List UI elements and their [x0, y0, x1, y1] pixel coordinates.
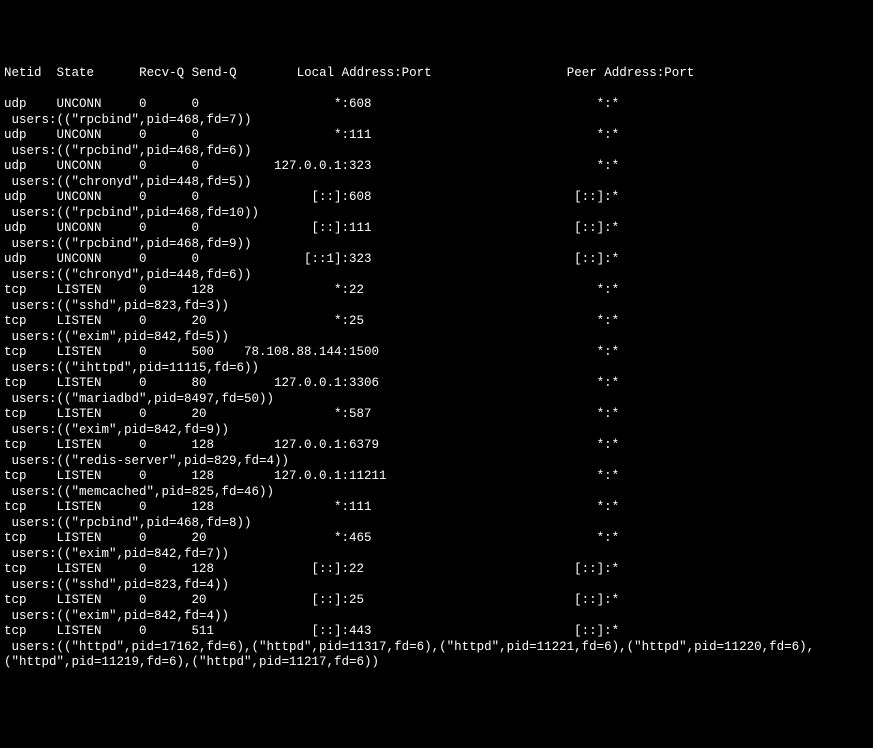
socket-users: users:(("sshd",pid=823,fd=3)): [4, 299, 869, 315]
socket-row: udp UNCONN 0 0 127.0.0.1:323 *:*: [4, 159, 869, 175]
socket-users: users:(("mariadbd",pid=8497,fd=50)): [4, 392, 869, 408]
socket-row: tcp LISTEN 0 20 [::]:25 [::]:*: [4, 593, 869, 609]
socket-users: users:(("memcached",pid=825,fd=46)): [4, 485, 869, 501]
header-sendq: Send-Q: [192, 66, 237, 80]
header-local: Local Address:Port: [297, 66, 432, 80]
socket-row: udp UNCONN 0 0 [::]:608 [::]:*: [4, 190, 869, 206]
socket-row: tcp LISTEN 0 80 127.0.0.1:3306 *:*: [4, 376, 869, 392]
socket-users: users:(("rpcbind",pid=468,fd=9)): [4, 237, 869, 253]
header-row: Netid State Recv-Q Send-Q Local Address:…: [4, 66, 869, 82]
socket-row: tcp LISTEN 0 511 [::]:443 [::]:*: [4, 624, 869, 640]
socket-users: users:(("rpcbind",pid=468,fd=6)): [4, 144, 869, 160]
socket-users: users:(("exim",pid=842,fd=5)): [4, 330, 869, 346]
socket-users: users:(("rpcbind",pid=468,fd=10)): [4, 206, 869, 222]
socket-row: tcp LISTEN 0 128 [::]:22 [::]:*: [4, 562, 869, 578]
socket-users: users:(("exim",pid=842,fd=9)): [4, 423, 869, 439]
header-state: State: [57, 66, 95, 80]
header-netid: Netid: [4, 66, 42, 80]
socket-row: udp UNCONN 0 0 [::1]:323 [::]:*: [4, 252, 869, 268]
socket-users: users:(("exim",pid=842,fd=7)): [4, 547, 869, 563]
socket-row: tcp LISTEN 0 500 78.108.88.144:1500 *:*: [4, 345, 869, 361]
header-recvq: Recv-Q: [139, 66, 184, 80]
socket-users: users:(("chronyd",pid=448,fd=5)): [4, 175, 869, 191]
socket-row: udp UNCONN 0 0 *:608 *:*: [4, 97, 869, 113]
socket-users: users:(("rpcbind",pid=468,fd=8)): [4, 516, 869, 532]
socket-row: tcp LISTEN 0 128 *:22 *:*: [4, 283, 869, 299]
socket-row: tcp LISTEN 0 128 127.0.0.1:6379 *:*: [4, 438, 869, 454]
socket-row: tcp LISTEN 0 20 *:25 *:*: [4, 314, 869, 330]
socket-list: udp UNCONN 0 0 *:608 *:* users:(("rpcbin…: [4, 97, 869, 671]
socket-users: users:(("sshd",pid=823,fd=4)): [4, 578, 869, 594]
socket-row: tcp LISTEN 0 128 127.0.0.1:11211 *:*: [4, 469, 869, 485]
socket-users: users:(("exim",pid=842,fd=4)): [4, 609, 869, 625]
socket-row: tcp LISTEN 0 20 *:465 *:*: [4, 531, 869, 547]
socket-row: udp UNCONN 0 0 *:111 *:*: [4, 128, 869, 144]
socket-users: users:(("ihttpd",pid=11115,fd=6)): [4, 361, 869, 377]
socket-users: users:(("rpcbind",pid=468,fd=7)): [4, 113, 869, 129]
socket-users: users:(("httpd",pid=17162,fd=6),("httpd"…: [4, 640, 869, 671]
header-peer: Peer Address:Port: [567, 66, 695, 80]
socket-row: tcp LISTEN 0 20 *:587 *:*: [4, 407, 869, 423]
socket-users: users:(("redis-server",pid=829,fd=4)): [4, 454, 869, 470]
socket-row: tcp LISTEN 0 128 *:111 *:*: [4, 500, 869, 516]
socket-row: udp UNCONN 0 0 [::]:111 [::]:*: [4, 221, 869, 237]
socket-users: users:(("chronyd",pid=448,fd=6)): [4, 268, 869, 284]
